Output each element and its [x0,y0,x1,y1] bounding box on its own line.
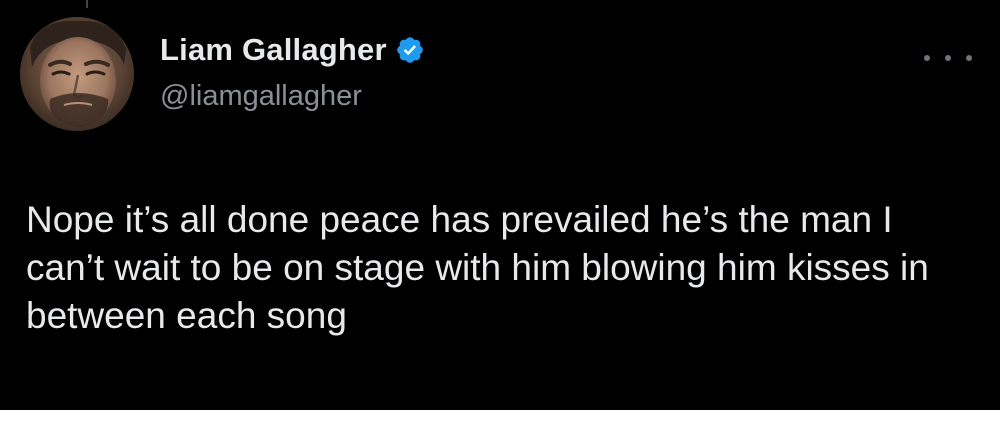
tweet-text: Nope it’s all done peace has prevailed h… [26,199,929,336]
tweet-card: Liam Gallagher @liamgallagher Nope it’s … [0,0,1000,410]
avatar-photo [20,17,134,131]
thread-line [86,0,88,8]
tweet-header: Liam Gallagher @liamgallagher [160,30,425,114]
author-display-name[interactable]: Liam Gallagher [160,30,387,70]
ellipsis-icon-dot [966,55,972,61]
more-options-button[interactable] [924,46,972,70]
ellipsis-icon-dot [945,55,951,61]
author-name-row: Liam Gallagher [160,30,425,70]
author-handle[interactable]: @liamgallagher [160,78,425,114]
verified-badge-icon [395,35,425,65]
ellipsis-icon [924,55,930,61]
avatar[interactable] [20,17,134,131]
